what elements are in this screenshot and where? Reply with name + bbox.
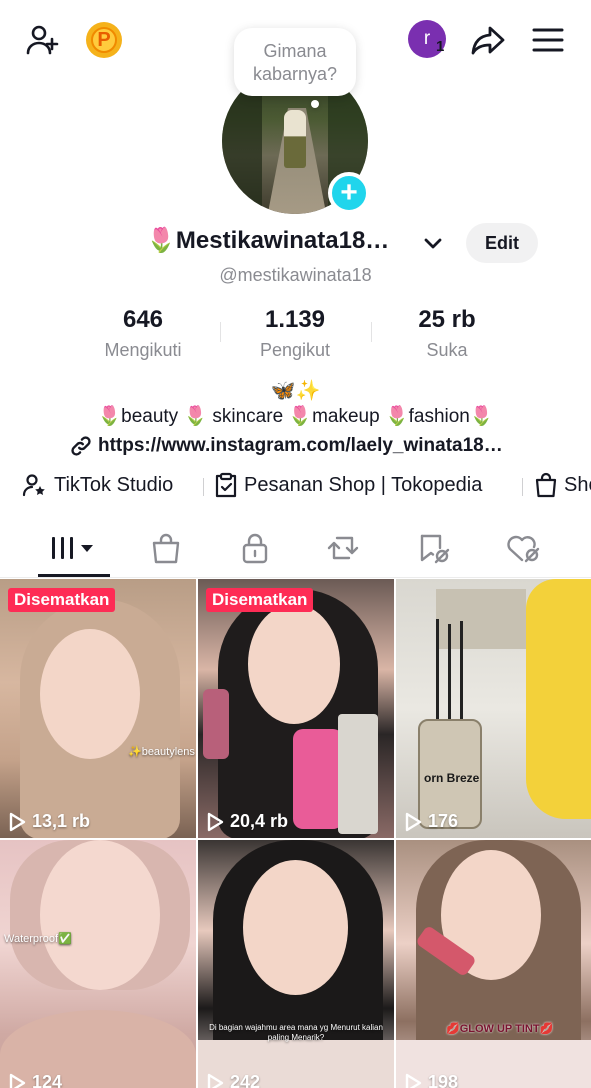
tab-videos[interactable] [40,528,110,568]
tiktok-studio-link[interactable]: TikTok Studio [22,472,173,498]
person-star-icon [22,474,45,497]
display-name[interactable]: 🌷Mestikawinata18… [146,226,389,255]
followers-stat[interactable]: 1.139 Pengikut [220,306,370,361]
play-icon [405,812,422,831]
grid-bars-icon [52,537,93,559]
active-tab-indicator [38,574,110,577]
add-friend-icon[interactable] [22,20,62,60]
note-bubble[interactable]: Gimana kabarnya? [234,28,356,96]
tab-shop[interactable] [131,528,201,568]
heart-hidden-icon [507,535,540,563]
view-count: 124 [8,1072,62,1088]
tab-reposts[interactable] [308,528,378,568]
bio-link-text: https://www.instagram.com/laely_winata18… [98,435,503,456]
video-thumbnail[interactable]: Disematkan 20,4 rb [198,579,394,838]
play-icon [207,1073,224,1088]
video-caption-overlay: ✨beautylens [128,746,195,758]
pinned-badge: Disematkan [8,588,116,612]
add-story-button[interactable]: + [328,172,370,214]
share-icon[interactable] [468,20,508,60]
shopping-bag-icon [152,533,180,564]
play-icon [207,812,224,831]
account-count-badge: 1 [436,38,445,55]
tab-liked[interactable] [488,528,558,568]
shop-orders-link[interactable]: Pesanan Shop | Tokopedia [214,472,482,498]
video-thumbnail[interactable]: Di bagian wajahmu area mana yg Menurut k… [198,840,394,1088]
order-clipboard-icon [215,472,237,498]
play-icon [405,1073,422,1088]
video-caption-overlay: Di bagian wajahmu area mana yg Menurut k… [209,1023,383,1042]
edit-profile-button[interactable]: Edit [466,223,538,263]
points-coin-icon[interactable]: P [86,22,122,58]
profile-tabs [0,522,591,578]
video-caption-overlay: Waterproof✅ [4,933,72,945]
profile-link-bar: TikTok Studio Pesanan Shop | Tokopedia S… [0,472,591,500]
video-thumbnail[interactable]: Disematkan ✨beautylens 13,1 rb [0,579,196,838]
view-count: 242 [206,1072,260,1088]
video-thumbnail[interactable]: Waterproof✅ 124 [0,840,196,1088]
view-count: 198 [404,1072,458,1088]
bio-text-line: 🌷beauty 🌷 skincare 🌷makeup 🌷fashion🌷 [97,406,494,427]
pinned-badge: Disematkan [206,588,314,612]
play-icon [9,1073,26,1088]
menu-icon[interactable] [528,20,568,60]
video-grid: Disematkan ✨beautylens 13,1 rb Disematka… [0,579,591,1088]
play-icon [9,812,26,831]
tab-private[interactable] [220,528,290,568]
shop-link[interactable]: Sho [534,472,591,498]
bio-link[interactable]: https://www.instagram.com/laely_winata18… [70,435,503,457]
likes-stat[interactable]: 25 rb Suka [372,306,522,361]
link-bar-divider [203,478,204,496]
link-bar-divider [522,478,523,496]
video-thumbnail[interactable]: orn Breze 176 [396,579,591,838]
video-thumbnail[interactable]: 💋GLOW UP TINT💋 198 [396,840,591,1088]
link-icon [71,436,91,456]
tab-favorites[interactable] [399,528,469,568]
chevron-down-icon[interactable] [420,230,446,256]
bookmark-hidden-icon [420,534,450,564]
profile-stats: 646 Mengikuti 1.139 Pengikut 25 rb Suka [0,306,591,366]
username-handle: @mestikawinata18 [219,265,372,285]
view-count: 13,1 rb [8,811,90,832]
lock-icon [242,533,268,564]
view-count: 20,4 rb [206,811,288,832]
shopping-bag-icon [535,472,557,498]
repost-icon [327,536,359,560]
following-stat[interactable]: 646 Mengikuti [68,306,218,361]
product-label: orn Breze [424,771,480,785]
video-caption-overlay: 💋GLOW UP TINT💋 [446,1023,554,1035]
bio-emoji-line: 🦋✨ [270,380,321,402]
note-bubble-tail [311,100,319,108]
view-count: 176 [404,811,458,832]
